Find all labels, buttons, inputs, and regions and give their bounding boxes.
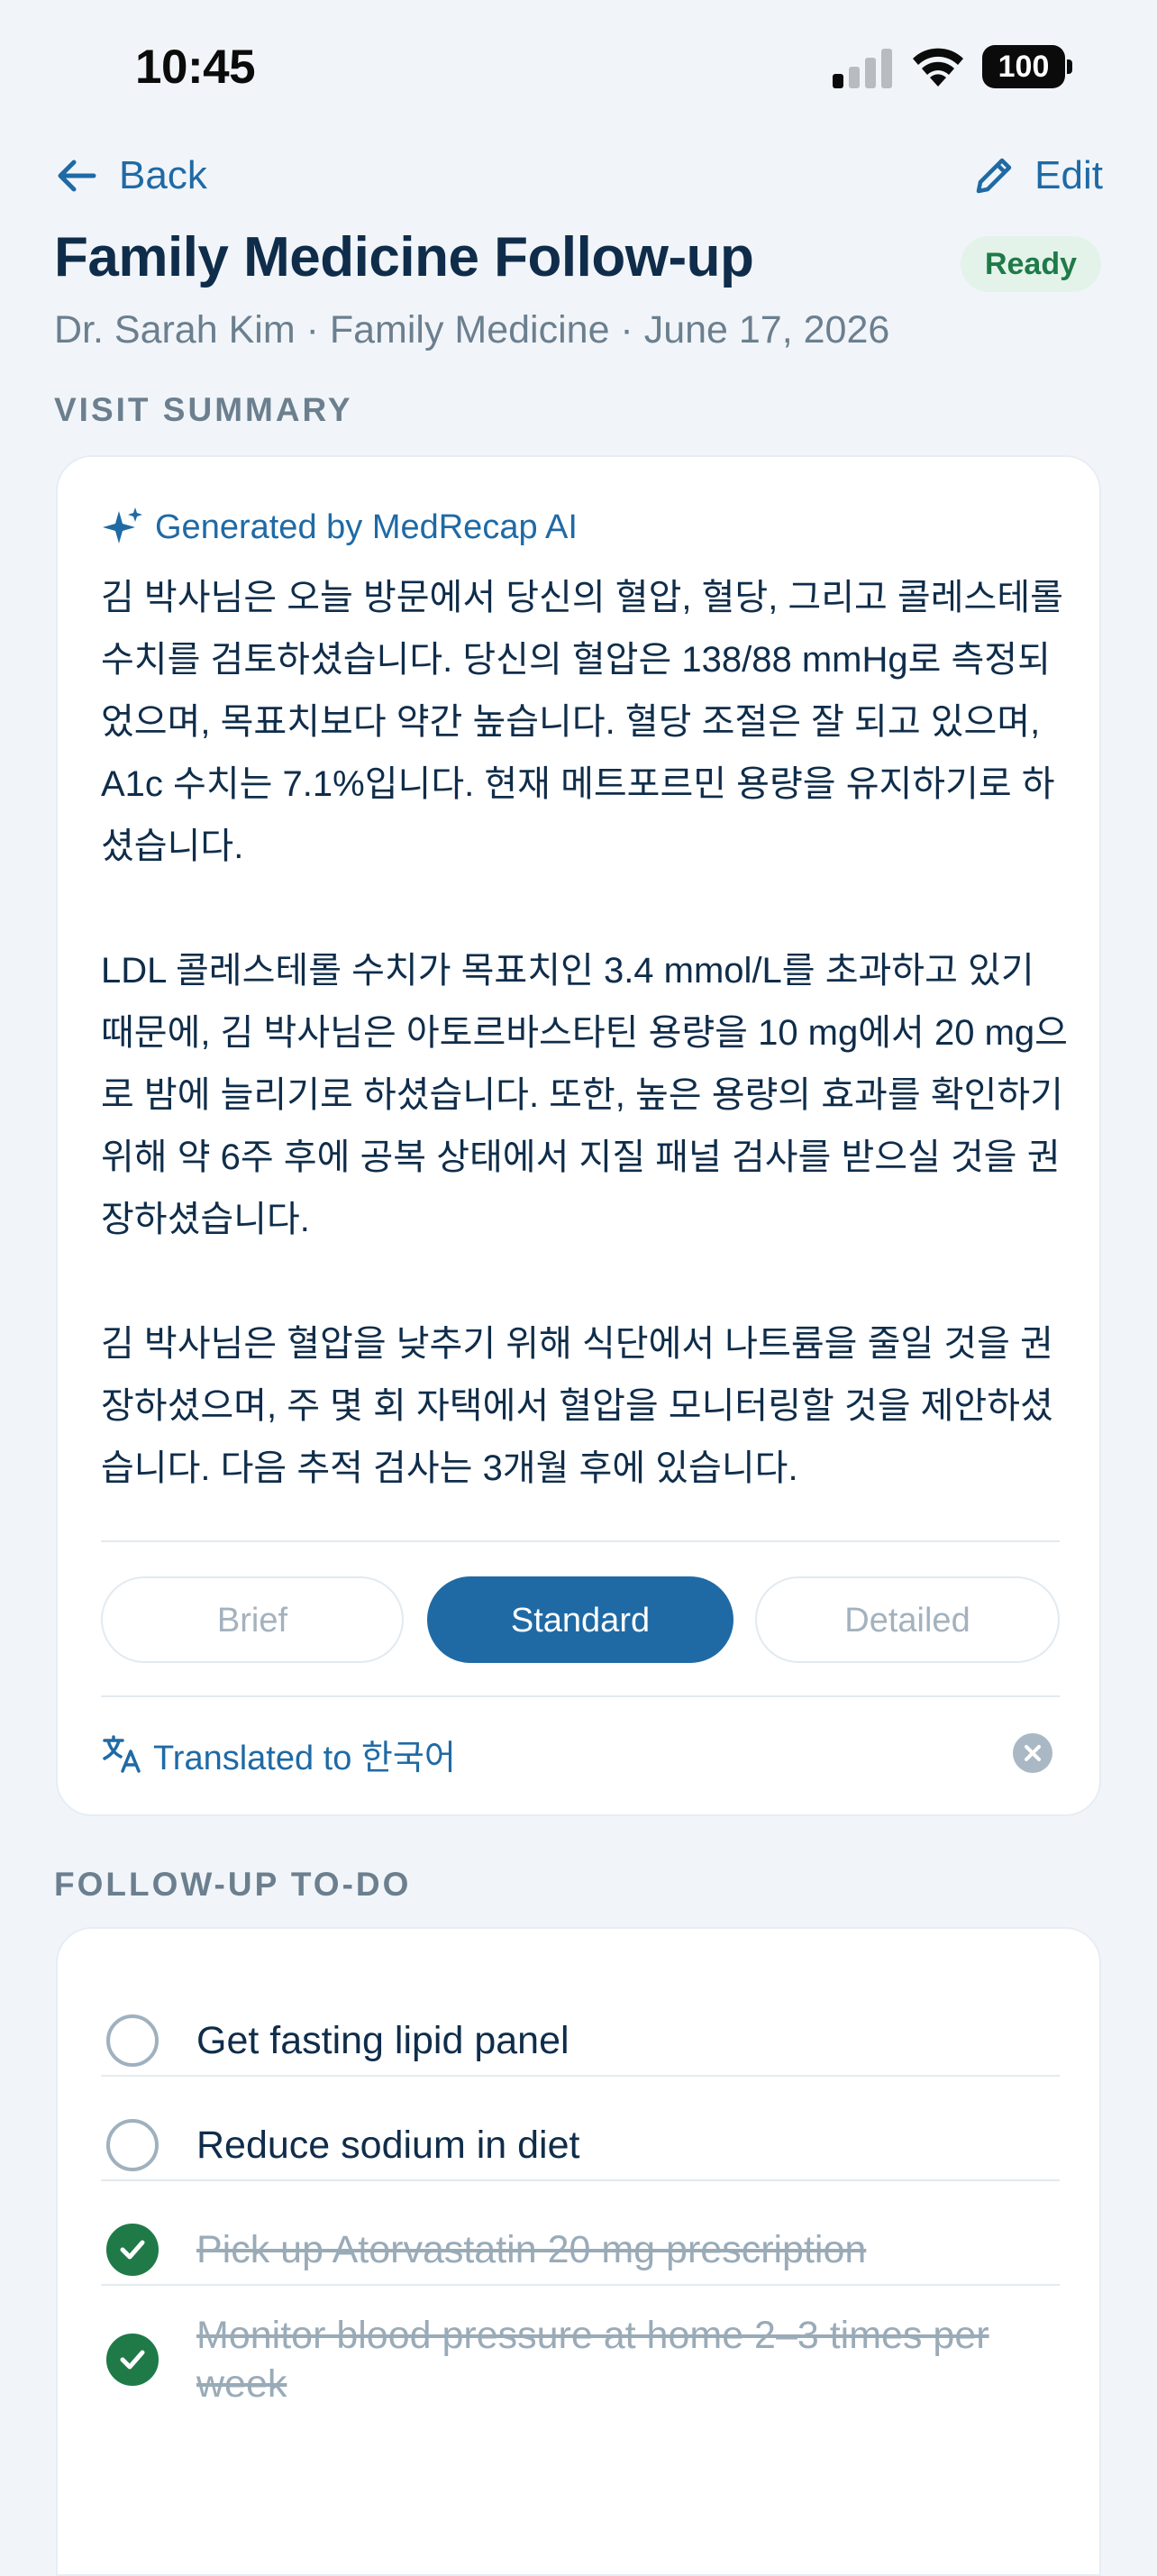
close-icon — [1025, 1745, 1041, 1761]
follow-up-heading: FOLLOW-UP TO-DO — [54, 1866, 412, 1903]
wifi-icon — [913, 48, 963, 87]
checkbox-unchecked-icon[interactable] — [106, 2119, 159, 2171]
detail-level-detailed-button[interactable]: Detailed — [755, 1576, 1060, 1663]
cellular-signal-icon — [833, 49, 892, 88]
todo-item[interactable]: Pick up Atorvastatin 20 mg prescription — [101, 2205, 1060, 2295]
nav-bar: Back Edit — [54, 144, 1103, 207]
divider — [101, 1540, 1060, 1542]
translate-icon — [103, 1735, 141, 1773]
detail-level-standard-button[interactable]: Standard — [427, 1576, 733, 1663]
battery-icon: 100 — [982, 45, 1072, 88]
page-title: Family Medicine Follow-up — [54, 226, 754, 288]
todo-label: Reduce sodium in diet — [196, 2124, 580, 2167]
todo-label: Pick up Atorvastatin 20 mg prescription — [196, 2228, 867, 2271]
visit-summary-card: Generated by MedRecap AI 김 박사님은 오늘 방문에서 … — [56, 455, 1101, 1816]
divider — [101, 1695, 1060, 1697]
todo-item[interactable]: Reduce sodium in diet — [101, 2100, 1060, 2190]
edit-button[interactable]: Edit — [971, 144, 1103, 207]
summary-paragraph: 김 박사님은 오늘 방문에서 당신의 혈압, 혈당, 그리고 콜레스테롤 수치를… — [101, 578, 1063, 866]
checkbox-checked-icon[interactable] — [106, 2334, 159, 2386]
checkbox-unchecked-icon[interactable] — [106, 2014, 159, 2067]
checkbox-checked-icon[interactable] — [106, 2224, 159, 2276]
back-label: Back — [119, 153, 207, 197]
status-time: 10:45 — [135, 41, 256, 94]
todo-item[interactable]: Get fasting lipid panel — [101, 1996, 1060, 2086]
summary-paragraph: 김 박사님은 혈압을 낮추기 위해 식단에서 나트륨을 줄일 것을 권장하셨으며… — [101, 1324, 1053, 1488]
follow-up-todo-card: Get fasting lipid panel Reduce sodium in… — [56, 1927, 1101, 2576]
visit-subtitle: Dr. Sarah Kim · Family Medicine · June 1… — [54, 308, 890, 352]
divider — [101, 2075, 1060, 2077]
ai-generated-label: Generated by MedRecap AI — [101, 502, 578, 553]
divider — [101, 2284, 1060, 2286]
checkmark-icon — [120, 2350, 145, 2370]
checkmark-icon — [120, 2240, 145, 2260]
detail-level-brief-button[interactable]: Brief — [101, 1576, 404, 1663]
todo-label: Monitor blood pressure at home 2–3 times… — [196, 2314, 989, 2406]
divider — [101, 2179, 1060, 2181]
ai-label-text: Generated by MedRecap AI — [155, 507, 578, 546]
visit-summary-heading: VISIT SUMMARY — [54, 391, 353, 428]
status-bar: 10:45 100 — [0, 0, 1157, 135]
arrow-left-icon — [58, 160, 96, 192]
summary-paragraph: LDL 콜레스테롤 수치가 목표치인 3.4 mmol/L를 초과하고 있기 때… — [101, 951, 1068, 1239]
todo-label: Get fasting lipid panel — [196, 2019, 569, 2062]
close-translation-button[interactable] — [1013, 1733, 1052, 1773]
translation-indicator: Translated to 한국어 — [101, 1722, 456, 1786]
status-badge: Ready — [961, 236, 1101, 292]
summary-text: 김 박사님은 오늘 방문에서 당신의 혈압, 혈당, 그리고 콜레스테롤 수치를… — [101, 567, 1074, 1500]
battery-level: 100 — [982, 45, 1065, 88]
edit-label: Edit — [1034, 153, 1103, 197]
sparkles-icon — [103, 507, 142, 544]
back-button[interactable]: Back — [54, 144, 207, 207]
pencil-icon — [976, 158, 1012, 194]
todo-item[interactable]: Monitor blood pressure at home 2–3 times… — [101, 2306, 1060, 2414]
translation-label: Translated to 한국어 — [153, 1739, 456, 1777]
